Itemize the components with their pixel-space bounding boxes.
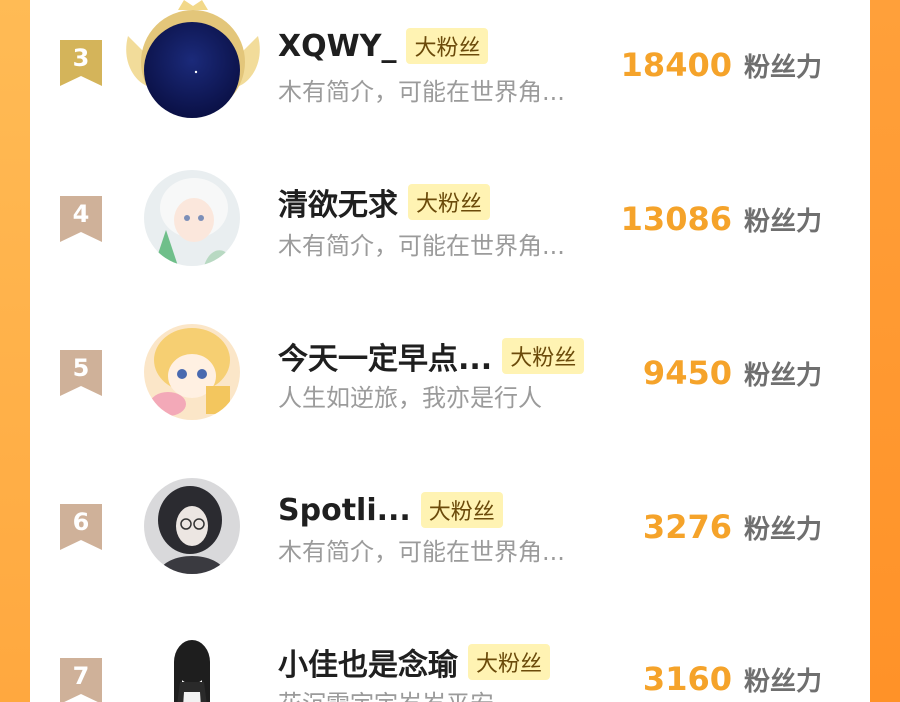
fan-badge: 大粉丝: [468, 644, 551, 680]
ranking-row[interactable]: 5 今天一定早点... 大粉丝 人生如逆旅，我亦是行人 9450 粉丝力: [30, 308, 870, 428]
fan-power-value: 18400: [620, 46, 732, 84]
rank-ribbon: 4: [60, 196, 102, 242]
fan-power: 18400 粉丝力: [562, 46, 822, 84]
rank-ribbon: 6: [60, 504, 102, 550]
fan-power-value: 9450: [642, 354, 732, 392]
anime-girl-white-hair-avatar-icon: [144, 170, 240, 266]
fan-power: 3160 粉丝力: [562, 660, 822, 698]
rank-ribbon: 5: [60, 350, 102, 396]
ranking-row[interactable]: 7 小佳也是念瑜 大粉丝 花沉雪宇宇岁岁平安 3160 粉丝力: [30, 616, 870, 702]
night-sky-avatar-icon: [144, 22, 240, 118]
fan-power-unit: 粉丝力: [743, 667, 822, 697]
rank-number: 3: [72, 44, 90, 72]
ranking-row[interactable]: 4 清欲无求 大粉丝 木有简介，可能在世界角... 13086 粉丝力: [30, 154, 870, 274]
user-name-line: 清欲无求 大粉丝: [278, 180, 491, 224]
fan-power-unit: 粉丝力: [743, 361, 822, 391]
rank-ribbon: 7: [60, 658, 102, 702]
rank-number: 6: [72, 508, 90, 536]
rank-number: 5: [72, 354, 90, 382]
girl-dark-hair-glasses-avatar-icon: [144, 478, 240, 574]
fan-power-value: 13086: [620, 200, 732, 238]
anime-girl-blonde-avatar-icon: [144, 324, 240, 420]
user-name: 今天一定早点...: [278, 342, 493, 377]
avatar[interactable]: [144, 632, 240, 702]
fan-power-value: 3276: [642, 508, 732, 546]
user-name-line: XQWY_ 大粉丝: [278, 24, 489, 68]
user-name: XQWY_: [278, 28, 397, 64]
fan-power-unit: 粉丝力: [743, 515, 822, 545]
avatar[interactable]: [144, 478, 240, 574]
fan-badge: 大粉丝: [420, 492, 503, 528]
user-name: 清欲无求: [278, 188, 398, 223]
fan-power-value: 3160: [642, 660, 732, 698]
fan-power: 13086 粉丝力: [562, 200, 822, 238]
fan-power: 9450 粉丝力: [562, 354, 822, 392]
rank-ribbon: 3: [60, 40, 102, 86]
ranking-row[interactable]: 6 Spotli... 大粉丝 木有简介，可能在世界角... 3276 粉丝力: [30, 462, 870, 582]
rank-number: 4: [72, 200, 90, 228]
fan-badge: 大粉丝: [408, 184, 491, 220]
fan-badge: 大粉丝: [406, 28, 489, 64]
user-name: Spotli...: [278, 492, 411, 528]
left-orange-border: [0, 0, 30, 702]
avatar[interactable]: [144, 170, 240, 266]
user-name-line: Spotli... 大粉丝: [278, 488, 503, 532]
user-name: 小佳也是念瑜: [278, 648, 458, 683]
rank-number: 7: [72, 662, 90, 690]
user-name-line: 小佳也是念瑜 大粉丝: [278, 640, 551, 684]
dark-figure-avatar-icon: [144, 632, 240, 702]
fan-power-unit: 粉丝力: [743, 53, 822, 83]
avatar[interactable]: [144, 324, 240, 420]
fan-power-unit: 粉丝力: [743, 207, 822, 237]
fan-power: 3276 粉丝力: [562, 508, 822, 546]
right-orange-border: [870, 0, 900, 702]
user-name-line: 今天一定早点... 大粉丝: [278, 334, 585, 378]
ranking-list: 3 XQWY_ 大粉丝 木有简介，可能在世界角... 18400 粉丝力 4 清…: [30, 0, 870, 702]
avatar[interactable]: [144, 22, 240, 118]
ranking-row[interactable]: 3 XQWY_ 大粉丝 木有简介，可能在世界角... 18400 粉丝力: [30, 0, 870, 120]
